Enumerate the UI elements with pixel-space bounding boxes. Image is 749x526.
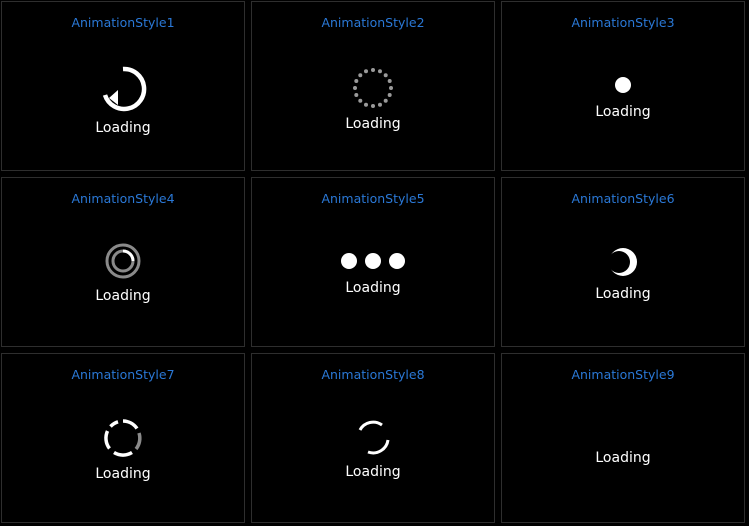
animation-style-4-card: AnimationStyle4 Loading [1, 177, 245, 347]
crescent-spinner-icon [608, 248, 637, 276]
loading-label: Loading [595, 286, 651, 302]
card-title: AnimationStyle3 [571, 15, 675, 30]
dot-ring-spinner-icon [353, 68, 393, 108]
segmented-ring-spinner-icon [104, 419, 142, 457]
loading-label: Loading [345, 116, 401, 132]
animation-style-2-card: AnimationStyle2 Loading [251, 1, 495, 171]
card-title: AnimationStyle4 [71, 191, 175, 206]
card-title: AnimationStyle5 [321, 191, 425, 206]
card-title: AnimationStyle9 [571, 367, 675, 382]
loading-label: Loading [95, 288, 151, 304]
loading-label: Loading [595, 450, 651, 466]
animation-style-6-card: AnimationStyle6 Loading [501, 177, 745, 347]
animation-style-3-card: AnimationStyle3 Loading [501, 1, 745, 171]
animation-style-7-card: AnimationStyle7 Loading [1, 353, 245, 523]
loading-label: Loading [345, 280, 401, 296]
card-title: AnimationStyle7 [71, 367, 175, 382]
animation-style-9-card: AnimationStyle9 Loading [501, 353, 745, 523]
animation-style-8-card: AnimationStyle8 Loading [251, 353, 495, 523]
card-title: AnimationStyle1 [71, 15, 175, 30]
three-dots-icon [341, 253, 405, 269]
card-title: AnimationStyle8 [321, 367, 425, 382]
card-title: AnimationStyle6 [571, 191, 675, 206]
card-title: AnimationStyle2 [321, 15, 425, 30]
loading-label: Loading [595, 104, 651, 120]
animation-style-1-card: AnimationStyle1 Loading [1, 1, 245, 171]
loading-label: Loading [95, 466, 151, 482]
double-ring-spinner-icon [105, 243, 141, 279]
arrow-circle-refresh-icon [102, 66, 147, 112]
loading-label: Loading [345, 464, 401, 480]
single-dot-icon [615, 77, 631, 93]
split-arc-spinner-icon [358, 420, 390, 455]
animation-style-5-card: AnimationStyle5 Loading [251, 177, 495, 347]
loading-label: Loading [95, 120, 151, 136]
